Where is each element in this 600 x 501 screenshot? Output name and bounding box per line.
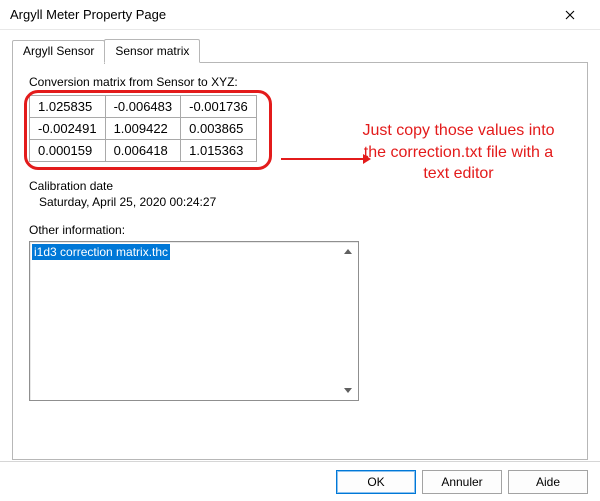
tab-argyll-sensor[interactable]: Argyll Sensor	[12, 40, 105, 64]
dialog-footer: OK Annuler Aide	[0, 461, 600, 501]
matrix-cell[interactable]: -0.002491	[30, 118, 106, 140]
table-row: 1.025835 -0.006483 -0.001736	[30, 96, 257, 118]
close-icon	[565, 10, 575, 20]
matrix-cell[interactable]: -0.001736	[181, 96, 257, 118]
matrix-cell[interactable]: 0.003865	[181, 118, 257, 140]
scroll-down-button[interactable]	[339, 382, 356, 399]
tab-panel: Conversion matrix from Sensor to XYZ: 1.…	[12, 62, 588, 460]
other-info-line-selected[interactable]: i1d3 correction matrix.thc	[32, 244, 170, 260]
annotation-text: Just copy those values into the correcti…	[356, 120, 561, 185]
matrix-cell[interactable]: 1.025835	[30, 96, 106, 118]
matrix-cell[interactable]: 0.000159	[30, 140, 106, 162]
tab-sensor-matrix[interactable]: Sensor matrix	[104, 39, 200, 63]
matrix-cell[interactable]: 1.015363	[181, 140, 257, 162]
matrix-cell[interactable]: -0.006483	[105, 96, 181, 118]
calibration-date-value: Saturday, April 25, 2020 00:24:27	[39, 195, 571, 209]
matrix-cell[interactable]: 0.006418	[105, 140, 181, 162]
scroll-up-button[interactable]	[339, 243, 356, 260]
other-information-box[interactable]: i1d3 correction matrix.thc	[29, 241, 359, 401]
conversion-matrix-table: 1.025835 -0.006483 -0.001736 -0.002491 1…	[29, 95, 257, 162]
matrix-container: 1.025835 -0.006483 -0.001736 -0.002491 1…	[29, 95, 257, 162]
titlebar: Argyll Meter Property Page	[0, 0, 600, 30]
ok-button[interactable]: OK	[336, 470, 416, 494]
label-other-information: Other information:	[29, 223, 571, 237]
chevron-up-icon	[344, 249, 352, 254]
matrix-cell[interactable]: 1.009422	[105, 118, 181, 140]
help-button[interactable]: Aide	[508, 470, 588, 494]
window-title: Argyll Meter Property Page	[10, 7, 550, 22]
cancel-button[interactable]: Annuler	[422, 470, 502, 494]
table-row: -0.002491 1.009422 0.003865	[30, 118, 257, 140]
content-area: Argyll Sensor Sensor matrix Conversion m…	[0, 30, 600, 460]
table-row: 0.000159 0.006418 1.015363	[30, 140, 257, 162]
chevron-down-icon	[344, 388, 352, 393]
tab-strip: Argyll Sensor Sensor matrix	[12, 38, 588, 62]
label-conversion-matrix: Conversion matrix from Sensor to XYZ:	[29, 75, 571, 89]
close-button[interactable]	[550, 0, 590, 30]
